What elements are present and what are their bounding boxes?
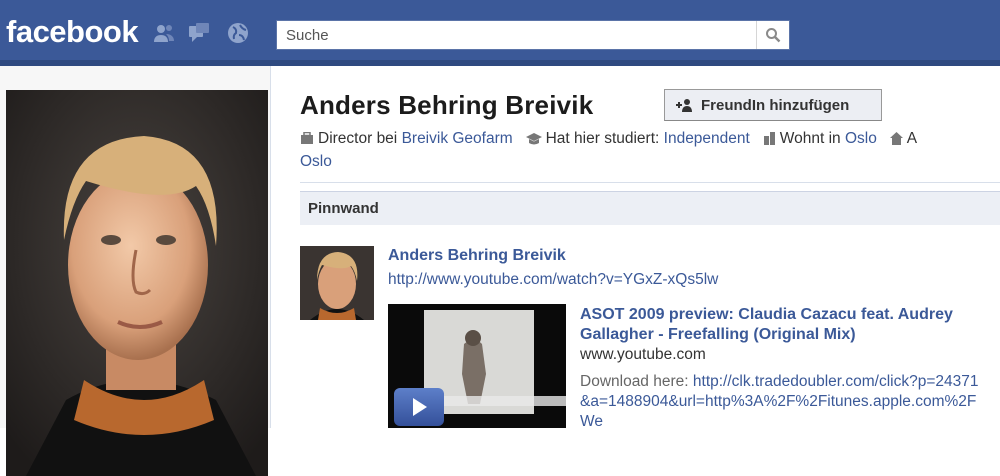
briefcase-icon <box>301 132 313 144</box>
cut-off-text: A <box>906 130 918 147</box>
study-prefix: Hat hier studiert: <box>545 130 660 147</box>
profile-info-line-2: Oslo <box>300 153 332 171</box>
friend-requests-icon[interactable] <box>152 21 176 45</box>
play-button[interactable] <box>394 388 444 426</box>
add-friend-icon <box>676 99 692 112</box>
video-domain: www.youtube.com <box>580 346 706 363</box>
video-desc-prefix: Download here: <box>580 373 689 390</box>
add-friend-button[interactable]: FreundIn hinzufügen <box>664 89 882 121</box>
pinnwand-label: Pinnwand <box>308 200 379 217</box>
study-link[interactable]: Independent <box>664 130 750 147</box>
tab-pinnwand[interactable]: Pinnwand <box>300 191 1000 225</box>
video-title-link[interactable]: ASOT 2009 preview: Claudia Cazacu feat. … <box>580 305 980 345</box>
lives-link[interactable]: Oslo <box>845 130 877 147</box>
profile-picture[interactable] <box>6 90 268 476</box>
post-url-link[interactable]: http://www.youtube.com/watch?v=YGxZ-xQs5… <box>388 271 718 289</box>
profile-info-line: Director bei Breivik Geofarm Hat hier st… <box>300 130 917 148</box>
profile-name: Anders Behring Breivik <box>300 90 594 120</box>
add-friend-label: FreundIn hinzufügen <box>701 96 850 114</box>
video-thumbnail[interactable] <box>388 304 566 428</box>
city-building-icon <box>763 132 775 145</box>
search-input[interactable] <box>277 21 755 49</box>
home-icon <box>889 132 903 145</box>
search-magnifier-icon <box>766 28 781 43</box>
messages-icon[interactable] <box>187 21 211 45</box>
hometown-link[interactable]: Oslo <box>300 153 332 170</box>
left-column <box>0 66 271 476</box>
post-author-link[interactable]: Anders Behring Breivik <box>388 247 566 265</box>
facebook-logo[interactable]: facebook <box>6 14 139 50</box>
play-icon <box>413 398 427 416</box>
notifications-globe-icon[interactable] <box>226 21 250 45</box>
divider <box>300 182 1000 183</box>
graduation-cap-icon <box>525 133 542 145</box>
work-prefix: Director bei <box>318 130 398 147</box>
search-box <box>276 20 790 50</box>
post-author-avatar[interactable] <box>300 246 374 320</box>
search-button[interactable] <box>756 21 789 49</box>
video-description: Download here: http://clk.tradedoubler.c… <box>580 372 980 432</box>
work-link[interactable]: Breivik Geofarm <box>402 130 513 147</box>
lives-prefix: Wohnt in <box>779 130 841 147</box>
